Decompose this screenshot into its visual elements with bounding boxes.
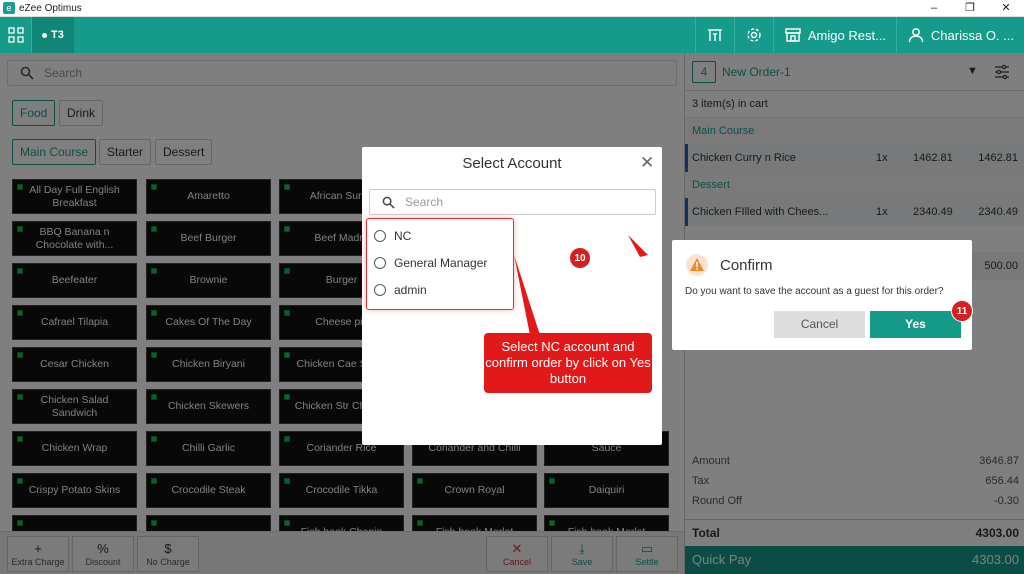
table-dot-icon	[42, 32, 47, 38]
confirm-message: Do you want to save the account as a gue…	[685, 286, 944, 297]
account-option-label: admin	[394, 283, 427, 297]
top-bar: T3 Amigo Rest... Charissa O. ...	[0, 17, 1024, 53]
account-option-label: General Manager	[394, 256, 488, 270]
tab-table[interactable]: T3	[32, 17, 74, 53]
search-icon	[382, 196, 395, 209]
grid-menu-button[interactable]	[0, 17, 32, 53]
close-window-button[interactable]: ✕	[988, 0, 1024, 17]
account-option-general-manager[interactable]: General Manager	[374, 256, 487, 270]
window-titlebar: e eZee Optimus – ❐ ✕	[0, 0, 1024, 17]
radio-icon	[374, 230, 386, 242]
warning-icon	[686, 254, 708, 276]
close-icon[interactable]: ✕	[640, 153, 654, 173]
user-name: Charissa O. ...	[930, 27, 1014, 43]
callout-pointer-icon	[514, 255, 540, 335]
window-title: eZee Optimus	[19, 2, 82, 14]
app-icon: e	[3, 2, 15, 14]
radio-icon	[374, 284, 386, 296]
step-badge: 10	[569, 247, 591, 269]
account-option-admin[interactable]: admin	[374, 283, 427, 297]
restaurant-name: Amigo Rest...	[807, 27, 886, 43]
instruction-callout: Select NC account and confirm order by c…	[484, 333, 652, 393]
settings-button[interactable]	[733, 17, 773, 53]
window-controls: – ❐ ✕	[916, 0, 1024, 17]
dialog-title: Select Account	[462, 155, 562, 172]
gear-icon	[747, 28, 761, 42]
arrow-pointer-icon	[628, 235, 648, 257]
callout-arrows	[514, 235, 648, 335]
maximize-button[interactable]: ❐	[952, 0, 988, 17]
cancel-button[interactable]: Cancel	[774, 311, 865, 338]
account-option-nc[interactable]: NC	[374, 229, 411, 243]
radio-icon	[374, 257, 386, 269]
confirm-title: Confirm	[720, 257, 773, 274]
grid-icon	[7, 27, 24, 43]
table-icon	[707, 29, 722, 41]
user-menu[interactable]: Charissa O. ...	[895, 17, 1024, 53]
account-option-label: NC	[394, 229, 412, 243]
table-layout-button[interactable]	[694, 17, 734, 53]
user-icon	[908, 28, 924, 43]
account-search-placeholder: Search	[405, 195, 444, 209]
account-search-input[interactable]: Search	[369, 189, 656, 215]
yes-button[interactable]: Yes	[870, 311, 961, 338]
store-icon	[785, 28, 801, 42]
table-tab-label: T3	[51, 29, 64, 41]
minimize-button[interactable]: –	[916, 0, 952, 17]
step-badge: 11	[951, 300, 973, 322]
confirm-dialog: Confirm Do you want to save the account …	[672, 240, 972, 350]
restaurant-selector[interactable]: Amigo Rest...	[772, 17, 896, 53]
